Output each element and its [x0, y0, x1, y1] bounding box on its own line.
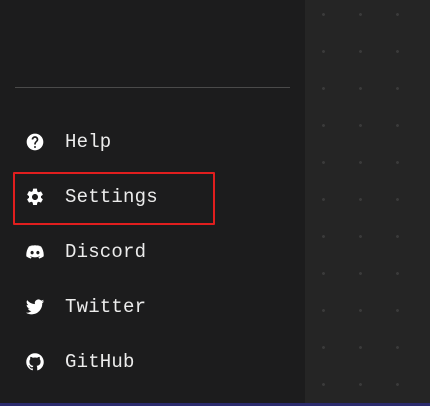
menu-item-label: GitHub	[65, 350, 135, 373]
gear-icon	[24, 186, 46, 208]
help-circle-icon	[24, 131, 46, 153]
menu-item-discord[interactable]: Discord	[0, 224, 305, 279]
discord-icon	[24, 241, 46, 263]
twitter-icon	[24, 296, 46, 318]
menu-item-twitter[interactable]: Twitter	[0, 279, 305, 334]
menu-item-label: Twitter	[65, 295, 147, 318]
app-window: Help Settings Discord Twitter GitHub	[0, 0, 430, 406]
dotted-canvas[interactable]	[305, 0, 430, 403]
menu-item-label: Help	[65, 130, 112, 153]
menu-item-github[interactable]: GitHub	[0, 334, 305, 389]
menu-item-settings[interactable]: Settings	[0, 169, 305, 224]
menu-item-label: Discord	[65, 240, 147, 263]
menu-item-help[interactable]: Help	[0, 114, 305, 169]
sidebar-menu: Help Settings Discord Twitter GitHub	[0, 0, 305, 403]
menu-item-label: Settings	[65, 185, 158, 208]
menu-divider	[15, 87, 290, 88]
github-icon	[24, 351, 46, 373]
menu-list: Help Settings Discord Twitter GitHub	[0, 114, 305, 389]
